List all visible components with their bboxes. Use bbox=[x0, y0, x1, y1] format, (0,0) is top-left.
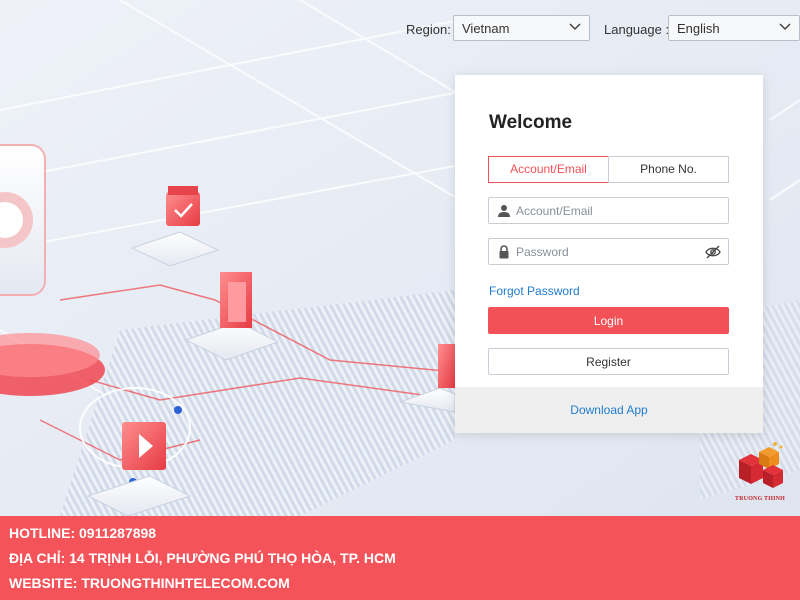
forgot-password-link[interactable]: Forgot Password bbox=[489, 284, 580, 298]
logo-text: TRUONG THINH bbox=[734, 496, 786, 502]
logo-mark-icon bbox=[739, 442, 783, 488]
region-value: Vietnam bbox=[462, 21, 510, 36]
footer-banner: HOTLINE: 0911287898 ĐỊA CHỈ: 14 TRỊNH LỖ… bbox=[0, 516, 800, 600]
language-label: Language : bbox=[604, 22, 670, 37]
tab-account-email[interactable]: Account/Email bbox=[488, 156, 609, 183]
region-label: Region: bbox=[406, 22, 451, 37]
password-field[interactable] bbox=[488, 238, 729, 265]
download-app-link[interactable]: Download App bbox=[570, 403, 647, 417]
login-button[interactable]: Login bbox=[488, 307, 729, 334]
region-select[interactable]: Vietnam bbox=[453, 15, 590, 41]
language-value: English bbox=[677, 21, 720, 36]
tab-phone-no[interactable]: Phone No. bbox=[608, 156, 729, 183]
password-input[interactable] bbox=[516, 242, 696, 261]
login-card: Welcome Account/Email Phone No. Forgot P… bbox=[455, 75, 763, 433]
chevron-down-icon bbox=[779, 23, 791, 31]
brand-logo: TRUONG THINH bbox=[733, 440, 787, 506]
lock-icon bbox=[499, 245, 509, 259]
eye-off-icon[interactable] bbox=[705, 245, 721, 259]
language-select[interactable]: English bbox=[668, 15, 800, 41]
user-icon bbox=[498, 205, 510, 217]
account-input[interactable] bbox=[516, 201, 696, 220]
download-app-bar: Download App bbox=[455, 387, 763, 433]
chevron-down-icon bbox=[569, 23, 581, 31]
login-title: Welcome bbox=[489, 112, 573, 133]
footer-hotline: HOTLINE: 0911287898 bbox=[9, 525, 157, 541]
footer-website: WEBSITE: TRUONGTHINHTELECOM.COM bbox=[9, 575, 290, 591]
register-button[interactable]: Register bbox=[488, 348, 729, 375]
footer-address: ĐỊA CHỈ: 14 TRỊNH LỖI, PHƯỜNG PHÚ THỌ HÒ… bbox=[9, 550, 396, 566]
account-field[interactable] bbox=[488, 197, 729, 224]
